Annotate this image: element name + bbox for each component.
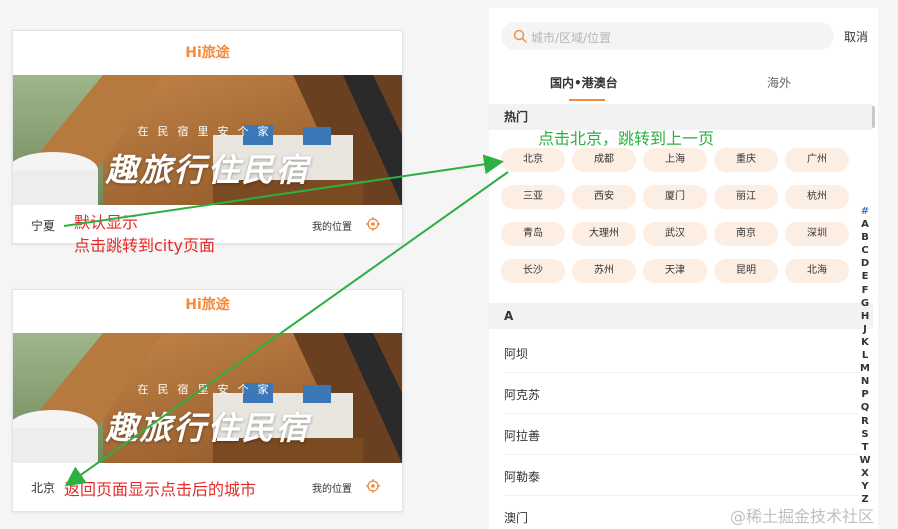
divider	[504, 454, 859, 455]
banner-slogan-small: 在民宿里安个家	[137, 383, 278, 396]
watermark: @稀土掘金技术社区	[730, 507, 875, 526]
index-letter[interactable]: F	[859, 284, 871, 297]
home-card-default: Hi旅途 在民宿里安个家 趣旅行住民宿 宁夏 我的位置	[12, 30, 403, 244]
index-letter[interactable]: N	[859, 375, 871, 388]
app-title: Hi旅途	[185, 45, 230, 61]
index-letter[interactable]: X	[859, 467, 871, 480]
hot-city-chip[interactable]: 武汉	[643, 222, 707, 246]
tab-domestic[interactable]: 国内•港澳台	[550, 74, 618, 91]
current-city[interactable]: 北京	[31, 479, 55, 496]
city-list-item[interactable]: 阿克苏	[504, 386, 540, 403]
index-letter[interactable]: S	[859, 428, 871, 441]
index-letter[interactable]: R	[859, 415, 871, 428]
hot-city-chip[interactable]: 青岛	[501, 222, 565, 246]
my-position-label[interactable]: 我的位置	[312, 480, 352, 495]
hot-city-chip[interactable]: 厦门	[643, 185, 707, 209]
hot-city-chip[interactable]: 重庆	[714, 148, 778, 172]
hot-city-chip[interactable]: 西安	[572, 185, 636, 209]
current-city[interactable]: 宁夏	[31, 217, 55, 234]
city-list-item[interactable]: 阿拉善	[504, 427, 540, 444]
hot-city-chip[interactable]: 丽江	[714, 185, 778, 209]
index-letter[interactable]: A	[859, 218, 871, 231]
divider	[504, 413, 859, 414]
annotation-return-show: 返回页面显示点击后的城市	[64, 480, 257, 499]
hot-city-chip[interactable]: 南京	[714, 222, 778, 246]
hot-city-chip[interactable]: 成都	[572, 148, 636, 172]
alphabet-index-bar[interactable]: # A B C D E F G H J K L M N P Q R S T W X Y Z	[859, 205, 871, 506]
annotation-default-show: 默认显示	[74, 213, 139, 232]
index-letter[interactable]: T	[859, 441, 871, 454]
hot-city-chip[interactable]: 北海	[785, 259, 849, 283]
banner-slogan-big: 趣旅行住民宿	[105, 409, 310, 447]
tab-overseas[interactable]: 海外	[767, 74, 791, 91]
hot-city-chip[interactable]: 天津	[643, 259, 707, 283]
index-letter[interactable]: B	[859, 231, 871, 244]
index-letter[interactable]: Y	[859, 480, 871, 493]
hot-city-chip[interactable]: 长沙	[501, 259, 565, 283]
search-icon	[513, 29, 527, 43]
index-letter[interactable]: H	[859, 310, 871, 323]
search-placeholder[interactable]: 城市/区域/位置	[531, 29, 611, 46]
index-letter[interactable]: Q	[859, 401, 871, 414]
divider	[504, 495, 859, 496]
cancel-button[interactable]: 取消	[844, 28, 868, 45]
hot-city-chip[interactable]: 上海	[643, 148, 707, 172]
index-letter[interactable]: G	[859, 297, 871, 310]
section-header-hot: 热门	[489, 104, 873, 130]
city-list-item[interactable]: 阿勒泰	[504, 468, 540, 485]
region-tabs: 国内•港澳台 海外	[489, 64, 878, 102]
divider	[504, 372, 859, 373]
index-letter[interactable]: P	[859, 388, 871, 401]
index-letter[interactable]: C	[859, 244, 871, 257]
locate-icon[interactable]	[366, 479, 380, 493]
locate-icon[interactable]	[366, 217, 380, 231]
index-letter[interactable]: D	[859, 257, 871, 270]
annotation-click-jump: 点击跳转到city页面	[74, 236, 215, 255]
banner-slogan-big: 趣旅行住民宿	[105, 151, 310, 189]
hot-city-chip[interactable]: 广州	[785, 148, 849, 172]
my-position-label[interactable]: 我的位置	[312, 218, 352, 233]
banner-image: 在民宿里安个家 趣旅行住民宿	[13, 75, 402, 205]
app-title: Hi旅途	[185, 297, 230, 313]
city-select-page: 城市/区域/位置 取消 国内•港澳台 海外 热门 北京 成都 上海 重庆 广州三亚 西安厦…	[489, 8, 878, 529]
hot-city-chip[interactable]: 三亚	[501, 185, 565, 209]
search-box[interactable]: 城市/区域/位置	[501, 22, 834, 50]
hot-city-chip[interactable]: 昆明	[714, 259, 778, 283]
home-card-returned: Hi旅途 在民宿里安个家 趣旅行住民宿 北京 我的位置	[12, 289, 403, 512]
hot-city-chip[interactable]: 苏州	[572, 259, 636, 283]
index-letter[interactable]: W	[859, 454, 871, 467]
active-tab-indicator	[569, 99, 605, 101]
index-letter[interactable]: M	[859, 362, 871, 375]
city-list-item[interactable]: 澳门	[504, 509, 528, 526]
banner-slogan-small: 在民宿里安个家	[137, 125, 278, 138]
annotation-click-beijing: 点击北京，跳转到上一页	[538, 129, 715, 148]
scrollbar[interactable]	[872, 106, 875, 128]
index-letter[interactable]: #	[859, 205, 871, 218]
index-letter[interactable]: L	[859, 349, 871, 362]
city-list-item[interactable]: 阿坝	[504, 345, 528, 362]
index-letter[interactable]: J	[859, 323, 871, 336]
hot-city-chip[interactable]: 深圳	[785, 222, 849, 246]
index-letter[interactable]: K	[859, 336, 871, 349]
index-letter[interactable]: E	[859, 270, 871, 283]
section-header-a: A	[489, 303, 873, 329]
hot-city-chip[interactable]: 北京	[501, 148, 565, 172]
banner-image: 在民宿里安个家 趣旅行住民宿	[13, 333, 402, 463]
hot-city-chip[interactable]: 大理州	[572, 222, 636, 246]
hot-city-chip[interactable]: 杭州	[785, 185, 849, 209]
